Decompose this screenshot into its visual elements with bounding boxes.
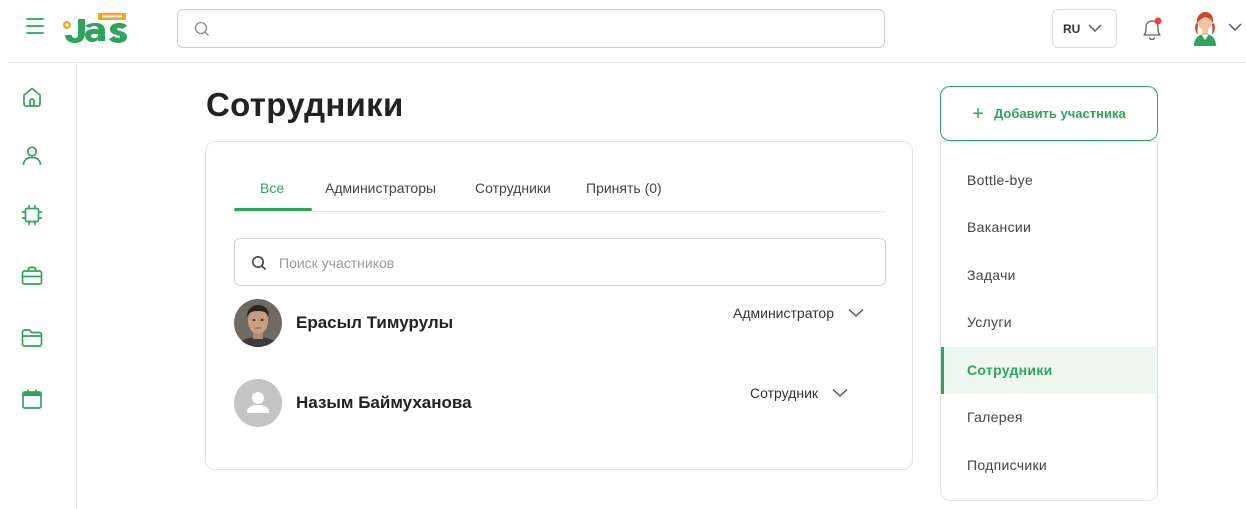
language-label: RU — [1063, 21, 1081, 36]
divider — [8, 62, 1246, 63]
tab-accept[interactable]: Принять (0) — [586, 180, 662, 211]
role-dropdown[interactable]: Сотрудник — [750, 382, 848, 404]
menu-item-vacancies[interactable]: Вакансии — [941, 204, 1157, 251]
user-avatar-icon — [1194, 12, 1216, 46]
tab-all[interactable]: Все — [260, 180, 284, 211]
add-member-label: Добавить участника — [993, 106, 1126, 121]
plus-icon: + — [972, 102, 984, 125]
jas-logo-icon — [63, 13, 127, 43]
briefcase-icon[interactable] — [20, 264, 44, 288]
user-icon[interactable] — [20, 144, 44, 168]
logo[interactable] — [60, 13, 128, 45]
member-avatar — [234, 299, 282, 347]
chevron-down-icon — [1088, 24, 1102, 32]
chevron-down-icon — [848, 308, 864, 317]
member-avatar — [234, 379, 282, 427]
menu-item-services[interactable]: Услуги — [941, 299, 1157, 346]
bell-icon — [1143, 17, 1162, 41]
active-tab-indicator — [234, 208, 312, 211]
member-search-input[interactable] — [279, 251, 869, 275]
menu-item-gallery[interactable]: Галерея — [941, 394, 1157, 441]
page-title: Сотрудники — [206, 86, 404, 123]
member-name: Назым Баймуханова — [296, 393, 472, 412]
user-avatar[interactable] — [1188, 10, 1222, 46]
menu-icon[interactable] — [26, 18, 44, 34]
role-label: Сотрудник — [750, 385, 819, 401]
chevron-down-icon[interactable] — [1228, 22, 1242, 32]
chevron-down-icon — [832, 388, 848, 397]
search-icon — [194, 21, 209, 36]
notifications-button[interactable] — [1139, 15, 1165, 43]
member-search[interactable] — [234, 238, 886, 286]
top-bar: RU — [0, 0, 1246, 62]
global-search[interactable] — [177, 9, 885, 48]
member-row: Ерасыл Тимурулы Администратор — [234, 299, 886, 349]
search-icon — [252, 256, 267, 271]
menu-item-subscribers[interactable]: Подписчики — [941, 442, 1157, 489]
home-icon[interactable] — [20, 85, 44, 109]
language-selector[interactable]: RU — [1052, 9, 1117, 48]
add-member-button[interactable]: + Добавить участника — [940, 86, 1158, 141]
tab-employees[interactable]: Сотрудники — [475, 180, 551, 211]
chip-icon[interactable] — [20, 203, 44, 227]
role-dropdown[interactable]: Администратор — [733, 302, 864, 324]
member-name: Ерасыл Тимурулы — [296, 313, 454, 332]
menu-item-tasks[interactable]: Задачи — [941, 252, 1157, 299]
menu-item-bottle-bye[interactable]: Bottle-bye — [941, 157, 1157, 204]
tab-administrators[interactable]: Администраторы — [325, 180, 436, 211]
members-card: Все Администраторы Сотрудники Принять (0… — [205, 141, 913, 470]
role-label: Администратор — [733, 305, 835, 321]
member-row: Назым Баймуханова Сотрудник — [234, 379, 886, 429]
user-placeholder-icon — [247, 392, 269, 413]
folder-icon[interactable] — [20, 326, 44, 350]
calendar-icon[interactable] — [20, 387, 44, 411]
global-search-input[interactable] — [222, 16, 872, 42]
left-sidebar — [0, 63, 77, 509]
section-menu: Bottle-bye Вакансии Задачи Услуги Сотруд… — [940, 141, 1158, 501]
member-photo — [234, 299, 282, 347]
menu-item-employees[interactable]: Сотрудники — [941, 347, 1157, 394]
member-tabs: Все Администраторы Сотрудники Принять (0… — [234, 180, 886, 212]
